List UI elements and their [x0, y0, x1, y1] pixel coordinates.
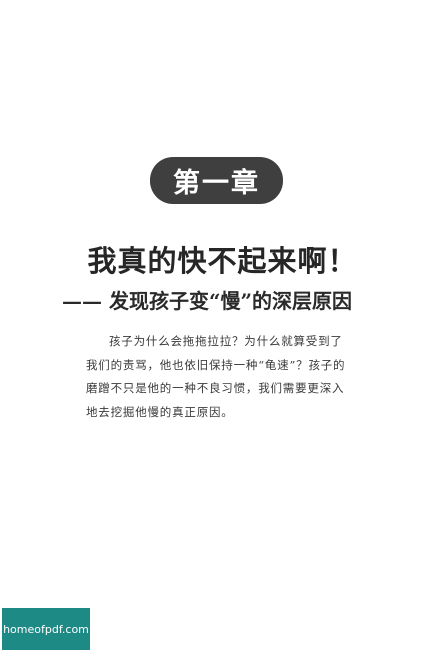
chapter-subtitle: —— 发现孩子变“慢”的深层原因: [62, 289, 352, 313]
intro-paragraph: 孩子为什么会拖拖拉拉？为什么就算受到了我们的责骂，他也依旧保持一种“龟速”？孩子…: [86, 334, 346, 419]
watermark-text: homeofpdf.com: [3, 622, 89, 636]
chapter-title: 我真的快不起来啊！: [87, 244, 358, 278]
chapter-intro: 孩子为什么会拖拖拉拉？为什么就算受到了我们的责骂，他也依旧保持一种“龟速”？孩子…: [86, 330, 354, 424]
site-watermark[interactable]: homeofpdf.com: [2, 608, 90, 650]
chapter-badge: 第一章: [150, 157, 283, 204]
chapter-label: 第一章: [173, 168, 260, 199]
